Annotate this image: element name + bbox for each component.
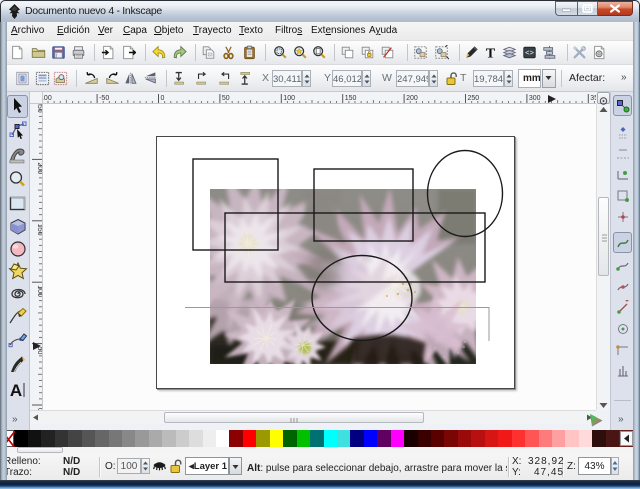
svg-text:150: 150	[345, 95, 357, 102]
svg-text:100: 100	[283, 95, 295, 102]
svg-text:200: 200	[36, 162, 43, 174]
svg-text:<>: <>	[525, 50, 535, 58]
svg-text:50: 50	[222, 95, 230, 102]
svg-text:100: 100	[36, 285, 43, 297]
svg-text:150: 150	[36, 224, 43, 236]
svg-text:A: A	[10, 381, 22, 400]
svg-text:T: T	[486, 45, 496, 60]
svg-text:200: 200	[406, 95, 418, 102]
svg-text:250: 250	[468, 95, 480, 102]
svg-text:0: 0	[161, 95, 165, 102]
svg-text:350: 350	[590, 95, 596, 102]
svg-text:250: 250	[36, 104, 43, 113]
svg-text:-100: -100	[43, 95, 52, 102]
svg-text:300: 300	[529, 95, 541, 102]
svg-text:-50: -50	[99, 95, 109, 102]
